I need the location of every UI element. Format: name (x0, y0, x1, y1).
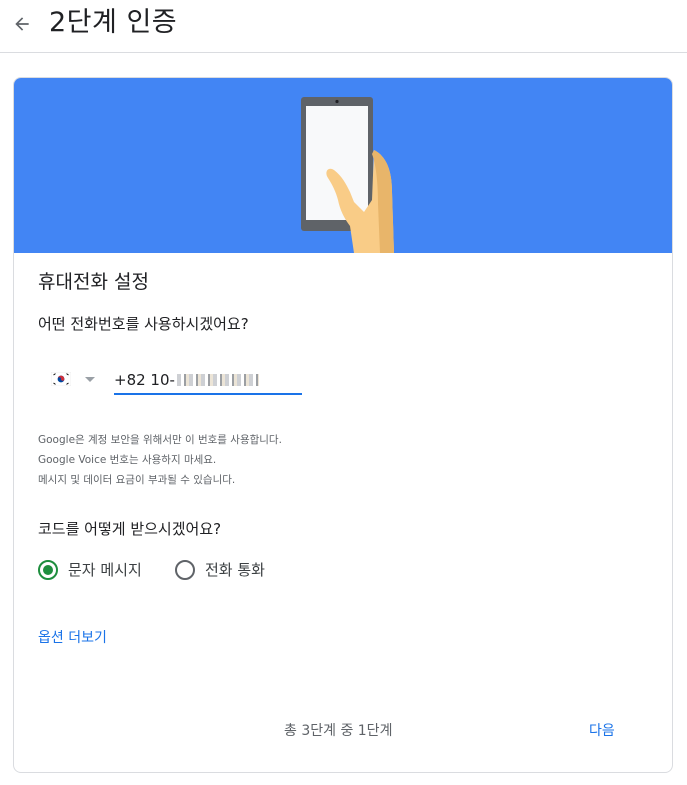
country-select[interactable] (51, 368, 101, 390)
step-indicator: 총 3단계 중 1단계 (284, 723, 393, 739)
page-title: 2단계 인증 (49, 7, 178, 38)
phone-illustration (301, 97, 394, 253)
phone-input[interactable]: +82 10- (114, 367, 302, 395)
delivery-question: 코드를 어떻게 받으시겠어요? (38, 520, 222, 538)
banner (14, 78, 672, 253)
note-line: Google은 계정 보안을 위해서만 이 번호를 사용합니다. (38, 434, 282, 446)
radio-unchecked-icon (175, 559, 195, 580)
korea-flag-icon (51, 372, 71, 386)
radio-checked-icon (38, 559, 58, 580)
radio-call[interactable]: 전화 통화 (175, 559, 265, 580)
radio-label-call: 전화 통화 (205, 561, 265, 579)
top-bar: 2단계 인증 (0, 0, 687, 53)
next-button[interactable]: 다음 (589, 720, 615, 740)
phone-notes: Google은 계정 보안을 위해서만 이 번호를 사용합니다. Google … (38, 430, 282, 490)
note-line: 메시지 및 데이터 요금이 부과될 수 있습니다. (38, 474, 236, 486)
phone-masked-digits (176, 374, 259, 386)
section-title: 휴대전화 설정 (38, 271, 149, 293)
chevron-down-icon (85, 376, 95, 382)
arrow-back-icon (15, 17, 29, 31)
back-button[interactable] (8, 10, 36, 38)
phone-question: 어떤 전화번호를 사용하시겠어요? (38, 315, 249, 333)
phone-prefix: +82 10- (114, 371, 175, 389)
radio-sms[interactable]: 문자 메시지 (38, 559, 142, 580)
note-line: Google Voice 번호는 사용하지 마세요. (38, 454, 217, 466)
more-options-link[interactable]: 옵션 더보기 (38, 627, 107, 647)
radio-label-sms: 문자 메시지 (68, 561, 142, 579)
setup-card: 휴대전화 설정 어떤 전화번호를 사용하시겠어요? +82 10- Google… (13, 77, 673, 773)
